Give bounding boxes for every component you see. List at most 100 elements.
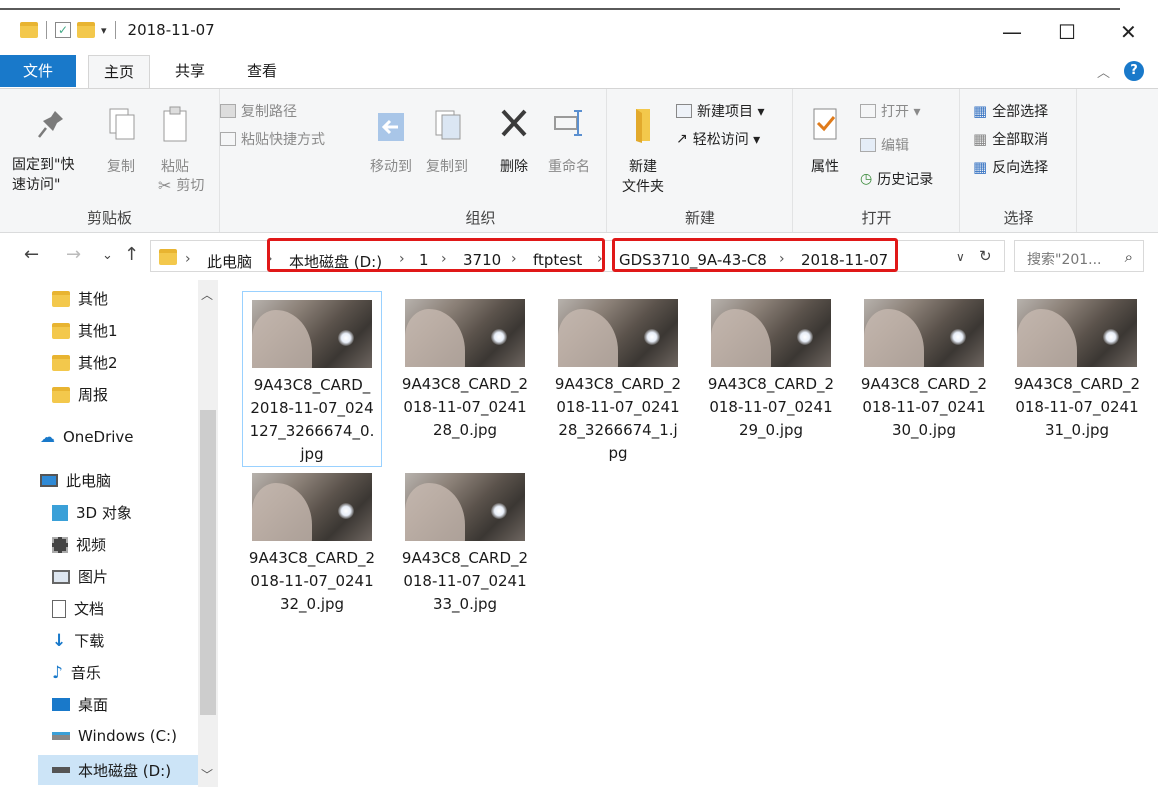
quick-access-toolbar: ✓ ▾ 2018-11-07 — [20, 21, 215, 39]
nav-item-qita2[interactable]: 其他2 — [52, 352, 118, 373]
refresh-icon[interactable]: ↻ — [979, 247, 992, 265]
easy-access-button[interactable]: ↗ 轻松访问 ▾ — [676, 129, 760, 149]
qat-dropdown-icon[interactable]: ▾ — [101, 24, 107, 37]
file-tile[interactable]: 9A43C8_CARD_2018-11-07_024130_0.jpg — [854, 291, 994, 442]
file-name: 9A43C8_CARD_2018-11-07_024127_3266674_0.… — [249, 376, 375, 463]
paste-shortcut-button[interactable]: 粘贴快捷方式 — [220, 129, 325, 149]
copy-path-label: 复制路径 — [241, 104, 297, 120]
pin-quick-access-button[interactable]: 固定到"快 速访问" — [12, 105, 92, 195]
search-icon[interactable]: ⌕ — [1125, 248, 1133, 266]
tab-share[interactable]: 共享 — [160, 55, 220, 87]
rename-button[interactable]: 重命名 — [543, 105, 595, 177]
navigation-pane: 其他 其他1 其他2 周报 ☁ OneDrive 此电脑 3D 对象 视频 图片 … — [0, 280, 220, 787]
move-to-button[interactable]: 移动到 — [365, 105, 417, 177]
file-tile[interactable]: 9A43C8_CARD_2018-11-07_024133_0.jpg — [395, 465, 535, 616]
forward-arrow-icon[interactable]: → — [66, 244, 81, 265]
new-item-label: 新建项目 ▾ — [697, 104, 765, 120]
invert-selection-button[interactable]: ▦ 反向选择 — [973, 157, 1048, 177]
file-tile[interactable]: 9A43C8_CARD_2018-11-07_024132_0.jpg — [242, 465, 382, 616]
copy-button[interactable]: 复制 — [96, 105, 146, 177]
new-item-button[interactable]: 新建项目 ▾ — [676, 101, 764, 121]
address-bar-row: ← → ⌄ ↑ › 此电脑 › 本地磁盘 (D:) › 1 › 3710 › f… — [0, 236, 1158, 276]
edit-button[interactable]: 编辑 — [860, 135, 909, 155]
cut-label: 剪切 — [176, 178, 205, 194]
paste-button[interactable]: 粘贴 — [150, 105, 200, 177]
properties-button[interactable]: 属性 — [802, 105, 848, 177]
nav-item-zhoubao[interactable]: 周报 — [52, 384, 108, 405]
file-tile[interactable]: 9A43C8_CARD_2018-11-07_024131_0.jpg — [1007, 291, 1147, 442]
copy-path-button[interactable]: 复制路径 — [220, 101, 297, 121]
history-icon: ◷ — [860, 171, 873, 187]
properties-label: 属性 — [811, 159, 839, 175]
cut-button[interactable]: ✂ 剪切 — [158, 175, 204, 195]
nav-label: 视频 — [76, 536, 107, 554]
file-tile[interactable]: 9A43C8_CARD_2018-11-07_024128_3266674_1.… — [548, 291, 688, 465]
close-button[interactable]: ✕ — [1120, 20, 1137, 44]
image-thumbnail — [1017, 299, 1137, 367]
nav-item-qita1[interactable]: 其他1 — [52, 320, 118, 341]
nav-item-desktop[interactable]: 桌面 — [52, 694, 108, 715]
paste-shortcut-icon — [220, 132, 236, 146]
search-input[interactable]: 搜索"201... — [1027, 249, 1102, 269]
nav-item-music[interactable]: ♪ 音乐 — [52, 662, 101, 683]
ribbon-controls: ︿ ? — [1097, 61, 1144, 81]
move-to-icon — [378, 113, 404, 141]
drive-icon — [52, 767, 70, 773]
recent-locations-chevron-icon[interactable]: ⌄ — [102, 248, 113, 263]
copy-to-label: 复制到 — [426, 159, 468, 175]
tab-file[interactable]: 文件 — [0, 55, 76, 87]
tab-home[interactable]: 主页 — [88, 55, 150, 89]
invert-selection-icon: ▦ — [973, 158, 988, 176]
properties-icon — [813, 108, 837, 140]
file-tile[interactable]: 9A43C8_CARD_2018-11-07_024129_0.jpg — [701, 291, 841, 442]
delete-button[interactable]: 删除 — [491, 105, 537, 177]
nav-item-onedrive[interactable]: ☁ OneDrive — [40, 428, 134, 446]
nav-item-downloads[interactable]: ↓ 下载 — [52, 630, 104, 651]
nav-item-local-disk-d[interactable]: 本地磁盘 (D:) — [38, 755, 198, 785]
nav-item-pictures[interactable]: 图片 — [52, 566, 108, 587]
nav-label: 其他 — [78, 290, 109, 308]
nav-item-3d-objects[interactable]: 3D 对象 — [52, 502, 132, 523]
help-icon[interactable]: ? — [1124, 61, 1144, 81]
collapse-ribbon-icon[interactable]: ︿ — [1097, 62, 1110, 81]
search-box[interactable]: 搜索"201... ⌕ — [1014, 240, 1144, 272]
address-dropdown-icon[interactable]: ∨ — [956, 250, 965, 264]
tab-view[interactable]: 查看 — [232, 55, 292, 87]
nav-item-documents[interactable]: 文档 — [52, 598, 104, 619]
scroll-thumb[interactable] — [200, 410, 216, 715]
group-clipboard: 固定到"快 速访问" 复制 粘贴 复制路径 粘贴快捷方式 ✂ 剪切 剪贴板 — [0, 89, 325, 232]
new-folder-icon[interactable] — [77, 22, 95, 38]
file-tile[interactable]: 9A43C8_CARD_2018-11-07_024128_0.jpg — [395, 291, 535, 442]
nav-label: Windows (C:) — [78, 727, 177, 745]
select-none-button[interactable]: ▦ 全部取消 — [973, 129, 1048, 149]
open-button[interactable]: 打开 ▾ — [860, 101, 920, 121]
copy-to-button[interactable]: 复制到 — [421, 105, 473, 177]
scroll-up-icon[interactable]: ︿ — [201, 286, 213, 303]
history-button[interactable]: ◷ 历史记录 — [860, 169, 933, 189]
group-new: 新建 文件夹 新建项目 ▾ ↗ 轻松访问 ▾ 新建 — [608, 89, 793, 232]
easy-access-icon: ↗ — [676, 131, 688, 147]
open-icon — [860, 104, 876, 118]
image-thumbnail — [864, 299, 984, 367]
breadcrumb-chevron-icon[interactable]: › — [185, 251, 191, 267]
file-tile[interactable]: 9A43C8_CARD_2018-11-07_024127_3266674_0.… — [242, 291, 382, 467]
up-arrow-icon[interactable]: ↑ — [124, 244, 139, 265]
maximize-button[interactable]: ☐ — [1058, 20, 1076, 44]
breadcrumb-this-pc[interactable]: 此电脑 — [207, 251, 252, 272]
minimize-button[interactable]: — — [1002, 20, 1022, 44]
copy-label: 复制 — [107, 159, 135, 175]
file-name: 9A43C8_CARD_2018-11-07_024130_0.jpg — [860, 375, 988, 439]
paste-icon — [163, 106, 187, 142]
nav-item-qita[interactable]: 其他 — [52, 288, 108, 309]
select-none-label: 全部取消 — [992, 132, 1049, 148]
nav-item-windows-c[interactable]: Windows (C:) — [52, 727, 177, 745]
new-folder-button[interactable]: 新建 文件夹 — [618, 105, 668, 197]
nav-scrollbar[interactable]: ︿ ﹀ — [198, 280, 218, 787]
select-all-button[interactable]: ▦ 全部选择 — [973, 101, 1048, 121]
properties-check-icon[interactable]: ✓ — [55, 22, 71, 38]
group-label-clipboard: 剪贴板 — [86, 209, 132, 227]
back-arrow-icon[interactable]: ← — [24, 244, 39, 265]
nav-item-videos[interactable]: 视频 — [52, 534, 106, 555]
scroll-down-icon[interactable]: ﹀ — [201, 766, 213, 783]
nav-item-this-pc[interactable]: 此电脑 — [40, 470, 111, 491]
